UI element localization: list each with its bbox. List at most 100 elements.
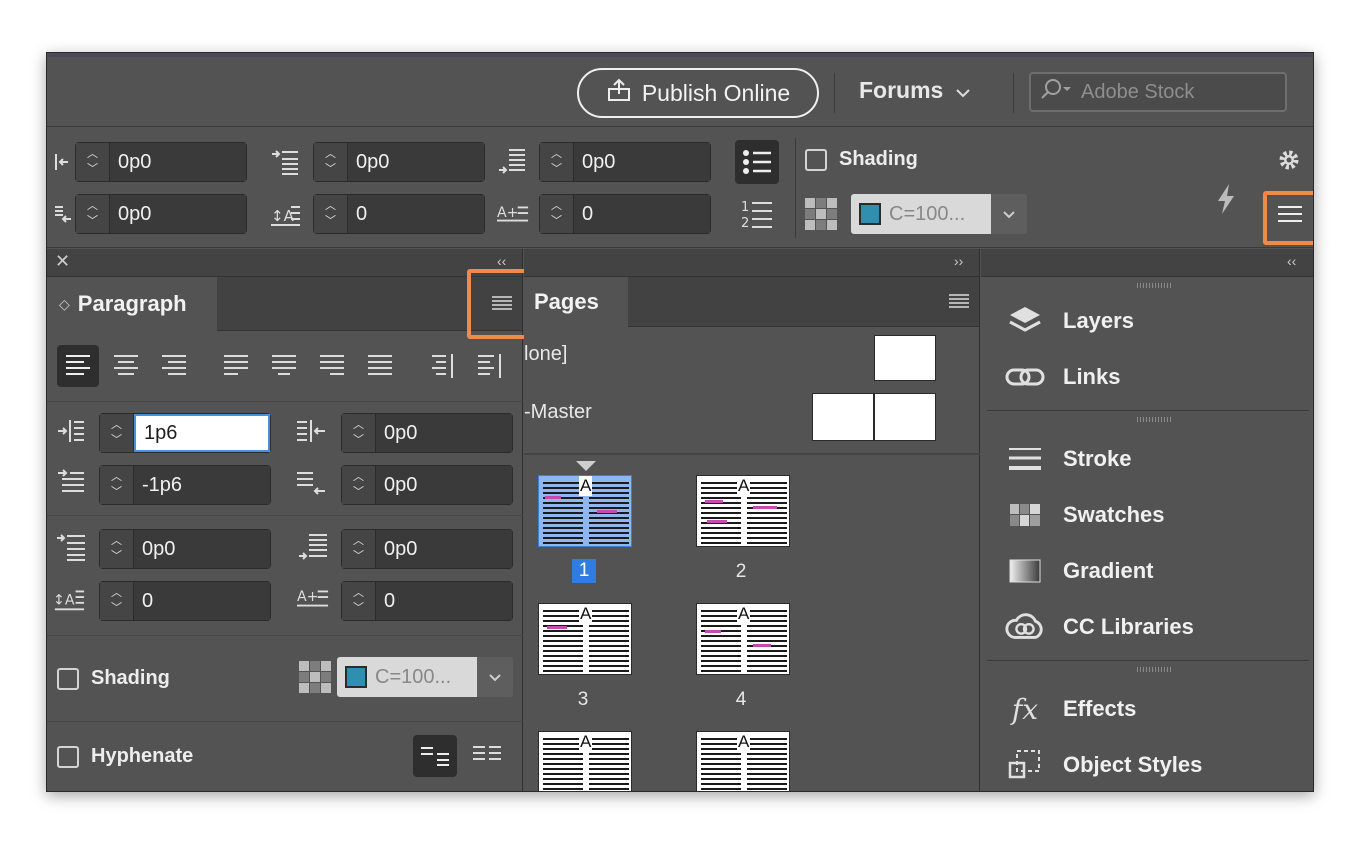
stepper-arrows[interactable]: ︿ ﹀: [100, 414, 134, 452]
stepper-arrows[interactable]: ︿ ﹀: [342, 582, 376, 620]
align-right-button[interactable]: [153, 345, 195, 387]
justify-all-button[interactable]: [359, 345, 401, 387]
space-before-value[interactable]: 0p0: [348, 143, 484, 181]
tab-paragraph[interactable]: ◇ Paragraph: [47, 277, 217, 331]
space-before-field[interactable]: ︿ ﹀ 0p0: [313, 142, 485, 182]
page-number[interactable]: 1: [572, 559, 596, 583]
shading-checkbox-box[interactable]: [57, 667, 79, 690]
stepper-arrows[interactable]: ︿ ﹀: [540, 143, 574, 181]
numbered-list-button[interactable]: 12: [741, 198, 775, 232]
publish-online-button[interactable]: Publish Online: [577, 68, 819, 118]
page-thumbnail[interactable]: A: [538, 475, 632, 547]
para-last-line-indent-field[interactable]: ︿ ﹀ 0p0: [341, 465, 513, 505]
align-toward-spine-button[interactable]: [421, 345, 463, 387]
master-a-label[interactable]: -Master: [524, 401, 592, 424]
para-shading-checkbox[interactable]: Shading: [57, 667, 170, 690]
para-space-before-field[interactable]: ︿ ﹀ 0p0: [99, 529, 271, 569]
dock-item-layers[interactable]: Layers: [1005, 305, 1134, 337]
stepper-arrows[interactable]: ︿ ﹀: [342, 530, 376, 568]
page-thumbnail[interactable]: A: [696, 731, 790, 791]
space-after-value[interactable]: 0p0: [574, 143, 710, 181]
stepper-arrows[interactable]: ︿ ﹀: [76, 143, 110, 181]
tab-pages[interactable]: Pages: [524, 277, 628, 327]
collapse-icon[interactable]: ‹‹: [1287, 253, 1296, 269]
drop-cap-lines-field[interactable]: ︿ ﹀ 0: [313, 194, 485, 234]
pages-panel-menu-button[interactable]: [948, 293, 970, 314]
stepper-arrows[interactable]: ︿ ﹀: [342, 466, 376, 504]
page-thumbnail[interactable]: A: [538, 731, 632, 791]
chevron-down-icon[interactable]: [991, 194, 1027, 234]
para-drop-cap-chars-value[interactable]: 0: [376, 582, 512, 620]
gear-icon[interactable]: [1277, 148, 1301, 177]
page-thumbnail[interactable]: A: [538, 603, 632, 675]
page-number[interactable]: 2: [726, 561, 756, 583]
justify-right-button[interactable]: [311, 345, 353, 387]
drop-cap-chars-field[interactable]: ︿ ﹀ 0: [539, 194, 711, 234]
stepper-arrows[interactable]: ︿ ﹀: [100, 466, 134, 504]
page-thumbnail[interactable]: A: [696, 603, 790, 675]
last-line-indent-value[interactable]: 0p0: [110, 195, 246, 233]
para-right-indent-field[interactable]: ︿ ﹀ 0p0: [341, 413, 513, 453]
shading-checkbox[interactable]: Shading: [805, 148, 918, 171]
para-right-indent-value[interactable]: 0p0: [376, 414, 512, 452]
shading-checkbox-box[interactable]: [805, 148, 827, 171]
para-space-before-value[interactable]: 0p0: [134, 530, 270, 568]
para-left-indent-value[interactable]: 1p6: [134, 414, 270, 452]
para-first-line-indent-field[interactable]: ︿ ﹀ -1p6: [99, 465, 271, 505]
stepper-arrows[interactable]: ︿ ﹀: [540, 195, 574, 233]
bulleted-list-button[interactable]: [735, 140, 779, 184]
dock-item-cc-libraries[interactable]: CC Libraries: [1005, 611, 1194, 643]
justify-left-button[interactable]: [215, 345, 257, 387]
stepper-arrows[interactable]: ︿ ﹀: [342, 414, 376, 452]
grip-handle[interactable]: [1137, 417, 1173, 422]
align-left-button[interactable]: [57, 345, 99, 387]
stepper-arrows[interactable]: ︿ ﹀: [76, 195, 110, 233]
paragraph-composer-button[interactable]: [471, 743, 503, 770]
page-number[interactable]: 3: [568, 689, 598, 711]
para-drop-cap-chars-field[interactable]: ︿ ﹀ 0: [341, 581, 513, 621]
master-none-thumbnail[interactable]: [874, 335, 936, 381]
para-drop-cap-lines-field[interactable]: ︿ ﹀ 0: [99, 581, 271, 621]
stepper-arrows[interactable]: ︿ ﹀: [100, 530, 134, 568]
stepper-arrows[interactable]: ︿ ﹀: [314, 143, 348, 181]
left-indent-field[interactable]: ︿ ﹀ 0p0: [75, 142, 247, 182]
chevron-down-icon[interactable]: [477, 657, 513, 697]
para-space-after-field[interactable]: ︿ ﹀ 0p0: [341, 529, 513, 569]
dock-item-effects[interactable]: fx Effects: [1005, 693, 1136, 726]
shading-swatch-dropdown[interactable]: C=100...: [851, 194, 1027, 234]
close-icon[interactable]: ✕: [55, 251, 70, 272]
single-line-composer-button[interactable]: [413, 735, 457, 777]
space-after-field[interactable]: ︿ ﹀ 0p0: [539, 142, 711, 182]
para-first-line-indent-value[interactable]: -1p6: [134, 466, 270, 504]
master-a-left-thumbnail[interactable]: [812, 393, 874, 441]
left-indent-value[interactable]: 0p0: [110, 143, 246, 181]
para-shading-swatch-dropdown[interactable]: C=100...: [337, 657, 513, 697]
para-left-indent-field[interactable]: ︿ ﹀ 1p6: [99, 413, 271, 453]
align-away-from-spine-button[interactable]: [469, 345, 511, 387]
drop-cap-lines-value[interactable]: 0: [348, 195, 484, 233]
master-a-right-thumbnail[interactable]: [874, 393, 936, 441]
forums-menu[interactable]: Forums: [859, 77, 971, 104]
align-center-button[interactable]: [105, 345, 147, 387]
stepper-arrows[interactable]: ︿ ﹀: [314, 195, 348, 233]
page-thumbnail[interactable]: A: [696, 475, 790, 547]
grip-handle[interactable]: [1137, 283, 1173, 288]
dock-item-gradient[interactable]: Gradient: [1005, 555, 1153, 587]
collapse-icon[interactable]: ‹‹: [497, 253, 506, 269]
adobe-stock-search[interactable]: Adobe Stock: [1029, 72, 1287, 112]
para-drop-cap-lines-value[interactable]: 0: [134, 582, 270, 620]
expand-icon[interactable]: ››: [954, 253, 963, 269]
dock-item-links[interactable]: Links: [1005, 361, 1120, 393]
grip-handle[interactable]: [1137, 667, 1173, 672]
para-space-after-value[interactable]: 0p0: [376, 530, 512, 568]
dock-item-object-styles[interactable]: Object Styles: [1005, 749, 1202, 781]
drop-cap-chars-value[interactable]: 0: [574, 195, 710, 233]
dock-item-swatches[interactable]: Swatches: [1005, 499, 1165, 531]
stepper-arrows[interactable]: ︿ ﹀: [100, 582, 134, 620]
page-number[interactable]: 4: [726, 689, 756, 711]
last-line-indent-field[interactable]: ︿ ﹀ 0p0: [75, 194, 247, 234]
para-last-line-indent-value[interactable]: 0p0: [376, 466, 512, 504]
justify-center-button[interactable]: [263, 345, 305, 387]
dock-item-stroke[interactable]: Stroke: [1005, 443, 1131, 475]
hyphenate-checkbox-box[interactable]: [57, 745, 79, 768]
